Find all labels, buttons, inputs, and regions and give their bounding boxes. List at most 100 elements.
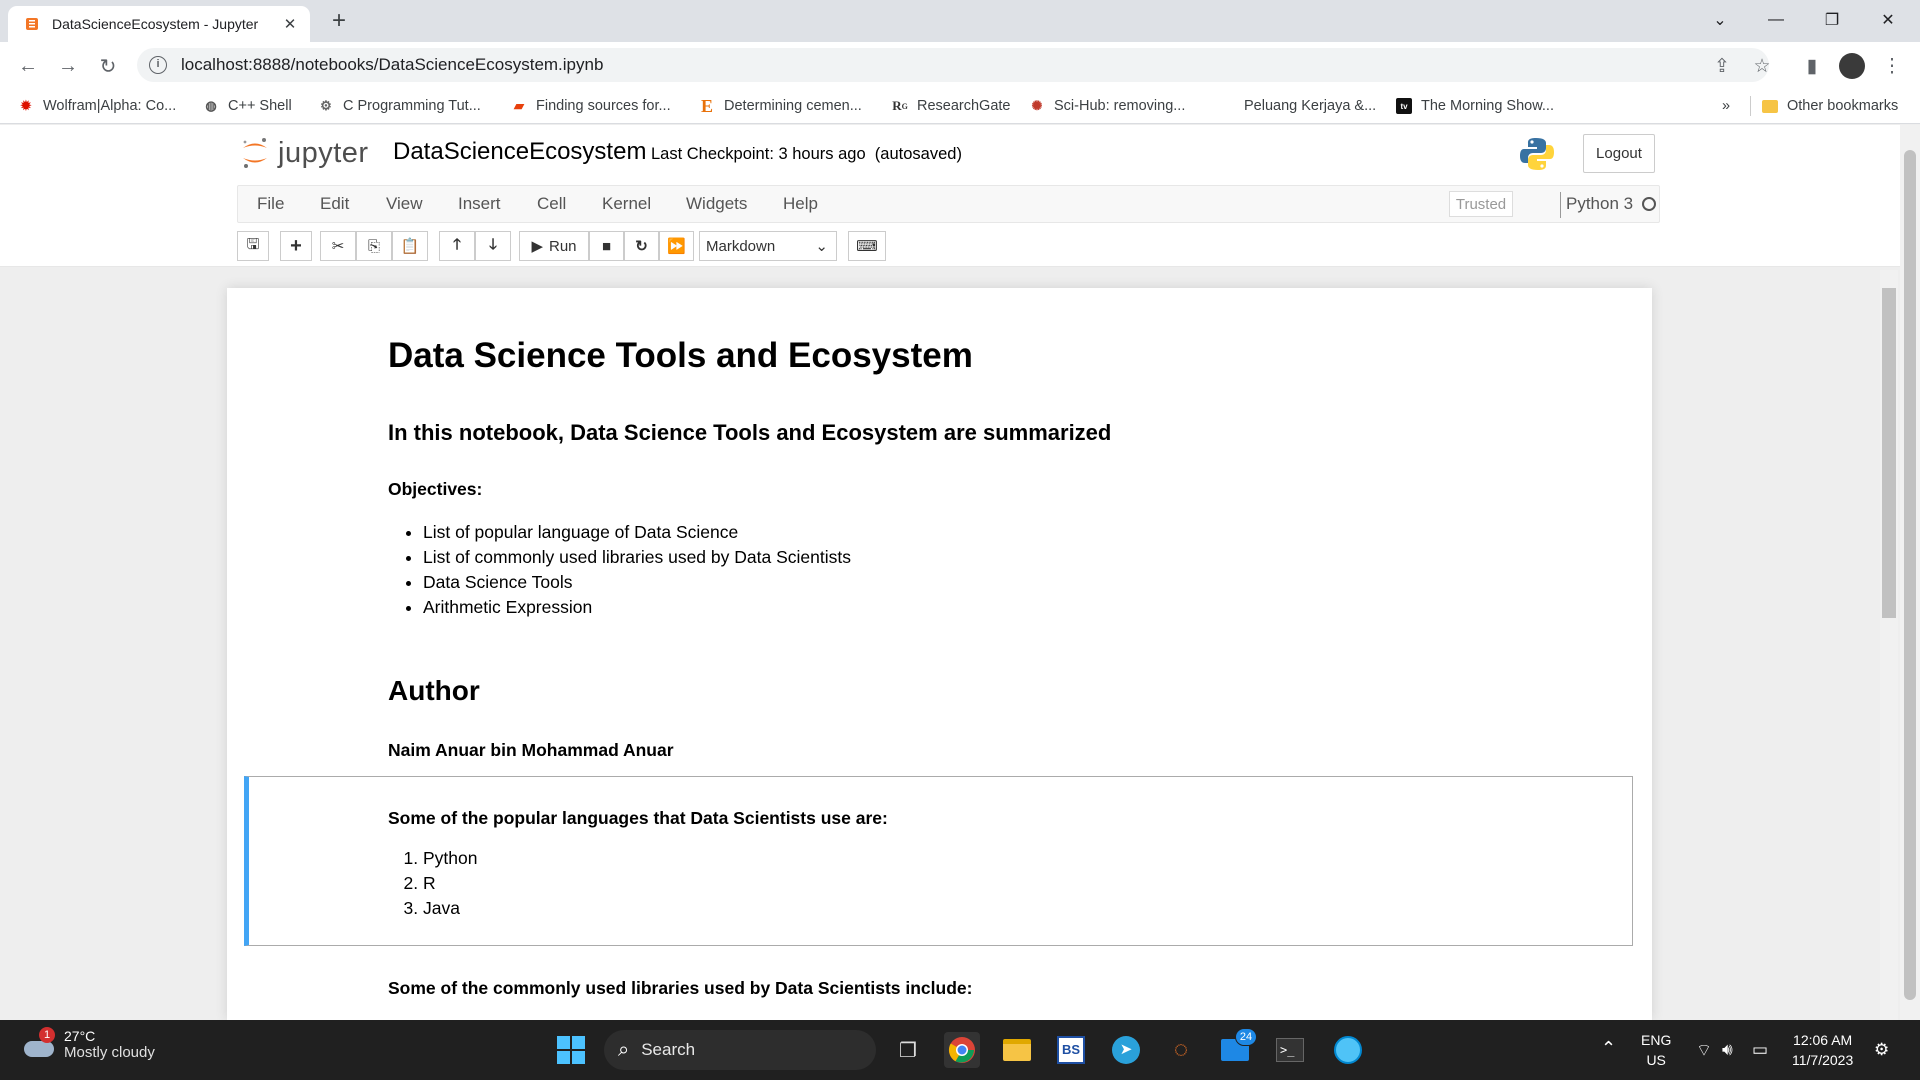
- kernel-name[interactable]: Python 3: [1566, 194, 1633, 214]
- bookmark-item[interactable]: ✺ Sci-Hub: removing...: [1029, 93, 1186, 119]
- save-icon[interactable]: 🖫: [237, 231, 269, 261]
- jupyter-logo[interactable]: jupyter: [240, 136, 369, 170]
- kernel-divider: [1560, 192, 1561, 218]
- mail-icon[interactable]: 24: [1217, 1028, 1257, 1068]
- researchgate-icon: RG: [892, 98, 908, 113]
- file-explorer-icon[interactable]: [999, 1032, 1035, 1068]
- profile-avatar[interactable]: [1836, 50, 1868, 82]
- minimize-button[interactable]: —: [1748, 0, 1804, 40]
- chevron-down-icon: ⌄: [815, 238, 828, 255]
- bookmarks-more-button[interactable]: »: [1722, 93, 1730, 119]
- windows-start-icon[interactable]: [553, 1032, 589, 1068]
- clock[interactable]: 12:06 AM 11/7/2023: [1792, 1030, 1853, 1070]
- menu-bar: [237, 185, 1660, 223]
- insert-cell-icon[interactable]: +: [280, 231, 312, 261]
- move-up-icon[interactable]: 🡑: [439, 231, 475, 261]
- notebook-scrollbar-thumb[interactable]: [1882, 288, 1896, 618]
- jupyter-wordmark: jupyter: [278, 136, 369, 169]
- menu-widgets[interactable]: Widgets: [686, 194, 747, 214]
- task-view-icon[interactable]: ❐: [890, 1032, 926, 1068]
- bookmark-star-icon[interactable]: ☆: [1746, 50, 1778, 82]
- wifi-icon[interactable]: ⌔: [1696, 1040, 1712, 1061]
- logout-button[interactable]: Logout: [1583, 134, 1655, 173]
- bookmark-item[interactable]: ◍ C++ Shell: [203, 93, 291, 119]
- cell-type-select[interactable]: Markdown ⌄: [699, 231, 837, 261]
- reload-button[interactable]: ↻: [92, 50, 124, 82]
- show-hidden-icons-icon[interactable]: ⌃: [1601, 1038, 1616, 1059]
- bookmarks-divider: [1750, 96, 1751, 116]
- notebook-title: Data Science Tools and Ecosystem: [388, 336, 973, 375]
- tab-search-icon[interactable]: ⌄: [1692, 0, 1748, 40]
- paste-icon[interactable]: 📋: [392, 231, 428, 261]
- copy-icon[interactable]: ⎘: [356, 231, 392, 261]
- scihub-icon: ✺: [1031, 98, 1043, 113]
- notification-icon[interactable]: ⚙: [1874, 1040, 1889, 1060]
- restore-button[interactable]: ❐: [1804, 0, 1860, 40]
- bookmark-item[interactable]: ⚙ C Programming Tut...: [318, 93, 481, 119]
- jupyter-app-icon[interactable]: ◌: [1163, 1032, 1199, 1068]
- list-item: List of popular language of Data Science: [423, 520, 851, 545]
- menu-kernel[interactable]: Kernel: [602, 194, 651, 214]
- weather-widget[interactable]: 1 27°C Mostly cloudy: [22, 1026, 155, 1061]
- volume-icon[interactable]: 🔊︎: [1722, 1040, 1733, 1060]
- weather-condition: Mostly cloudy: [64, 1044, 155, 1061]
- menu-file[interactable]: File: [257, 194, 284, 214]
- chrome-icon[interactable]: [944, 1032, 980, 1068]
- kernel-idle-icon: [1642, 197, 1656, 211]
- new-tab-button[interactable]: +: [324, 6, 354, 36]
- move-down-icon[interactable]: 🡓: [475, 231, 511, 261]
- restart-run-all-icon[interactable]: ⏩: [659, 231, 694, 261]
- objectives-list: List of popular language of Data Science…: [388, 520, 851, 620]
- menu-view[interactable]: View: [386, 194, 423, 214]
- menu-help[interactable]: Help: [783, 194, 818, 214]
- list-item: Python: [423, 846, 477, 871]
- battery-icon[interactable]: ▭: [1752, 1040, 1768, 1060]
- telegram-icon[interactable]: ➤: [1108, 1032, 1144, 1068]
- restart-icon[interactable]: ↻: [624, 231, 659, 261]
- languages-label: Some of the popular languages that Data …: [388, 808, 888, 828]
- objectives-label: Objectives:: [388, 479, 483, 499]
- chrome-menu-icon[interactable]: ⋮: [1876, 50, 1908, 82]
- command-palette-icon[interactable]: ⌨: [848, 231, 886, 261]
- forward-button[interactable]: →: [52, 50, 84, 82]
- taskbar-search[interactable]: ⌕ Search: [604, 1030, 876, 1070]
- author-name: Naim Anuar bin Mohammad Anuar: [388, 740, 674, 760]
- bookmark-item[interactable]: ▰ Finding sources for...: [511, 93, 671, 119]
- address-bar[interactable]: i localhost:8888/notebooks/DataScienceEc…: [137, 48, 1769, 82]
- bookmark-item[interactable]: E Determining cemen...: [699, 93, 862, 119]
- tab-close-icon[interactable]: ✕: [280, 15, 300, 33]
- trusted-indicator[interactable]: Trusted: [1449, 191, 1513, 217]
- side-panel-icon[interactable]: ▮: [1796, 50, 1828, 82]
- bs-app-icon[interactable]: BS: [1053, 1032, 1089, 1068]
- page-scrollbar-thumb[interactable]: [1904, 150, 1916, 1000]
- author-heading: Author: [388, 675, 480, 706]
- site-info-icon[interactable]: i: [149, 56, 167, 74]
- other-bookmarks[interactable]: Other bookmarks: [1762, 93, 1898, 119]
- close-window-button[interactable]: ✕: [1860, 0, 1916, 40]
- share-icon[interactable]: ⇪: [1706, 50, 1738, 82]
- terminal-icon[interactable]: >_: [1272, 1032, 1308, 1068]
- menu-edit[interactable]: Edit: [320, 194, 349, 214]
- menu-insert[interactable]: Insert: [458, 194, 501, 214]
- e-icon: E: [700, 95, 713, 116]
- menu-cell[interactable]: Cell: [537, 194, 566, 214]
- globe-app-icon[interactable]: [1330, 1032, 1366, 1068]
- bookmark-item[interactable]: R G ResearchGate: [892, 93, 1010, 119]
- bookmark-item[interactable]: Peluang Kerjaya &...: [1244, 93, 1376, 119]
- cut-icon[interactable]: ✂: [320, 231, 356, 261]
- back-button[interactable]: ←: [12, 50, 44, 82]
- list-item: R: [423, 871, 477, 896]
- notebook-container: Data Science Tools and Ecosystem In this…: [227, 288, 1652, 1020]
- browser-tab[interactable]: DataScienceEcosystem - Jupyter ✕: [8, 6, 310, 42]
- jupyter-favicon-icon: [26, 18, 38, 30]
- notebook-name[interactable]: DataScienceEcosystem: [393, 138, 646, 166]
- checkpoint-status: Last Checkpoint: 3 hours ago (autosaved): [651, 145, 962, 163]
- run-button[interactable]: ▶ Run: [519, 231, 589, 261]
- list-item: Java: [423, 896, 477, 921]
- tab-title: DataScienceEcosystem - Jupyter: [52, 16, 259, 32]
- bookmark-item[interactable]: ✹ Wolfram|Alpha: Co...: [18, 93, 177, 119]
- appletv-icon: tv: [1396, 98, 1412, 114]
- language-indicator[interactable]: ENG US: [1641, 1030, 1671, 1070]
- interrupt-icon[interactable]: ■: [589, 231, 624, 261]
- bookmark-item[interactable]: tv The Morning Show...: [1396, 93, 1554, 119]
